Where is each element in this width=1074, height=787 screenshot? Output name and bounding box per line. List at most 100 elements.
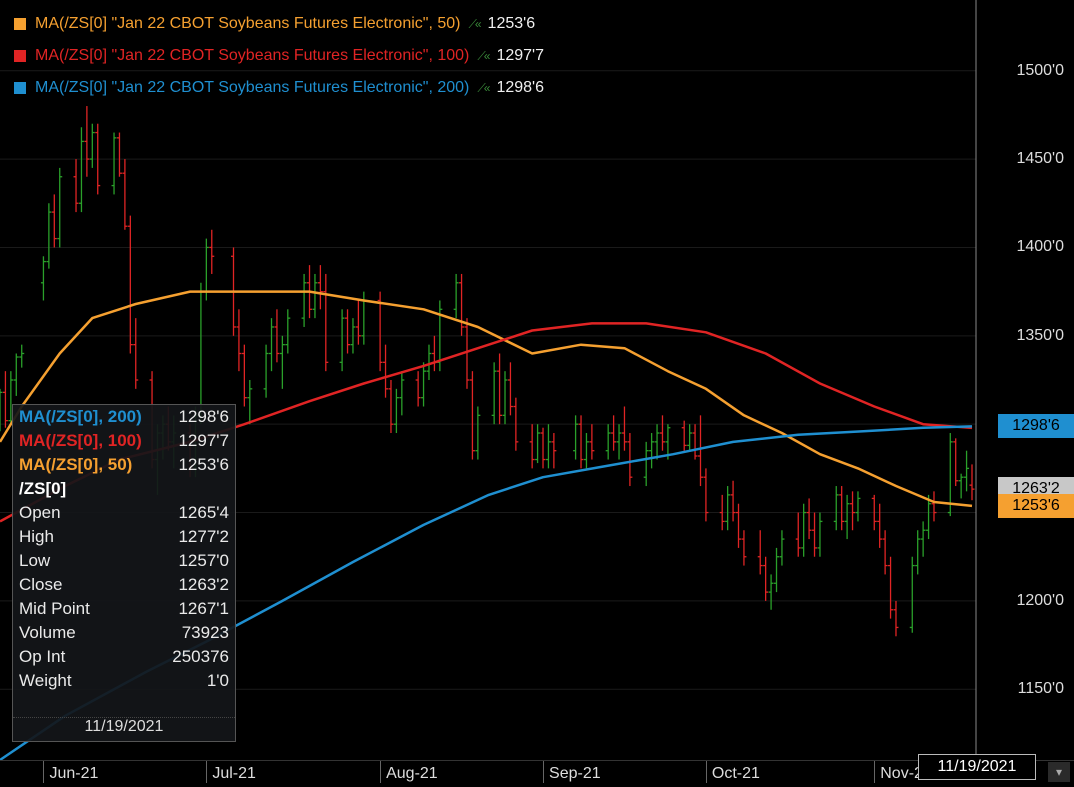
price-bar <box>736 503 742 548</box>
price-bar <box>355 300 361 345</box>
price-bar <box>844 494 850 540</box>
x-tick-mark <box>543 761 545 783</box>
price-bar <box>605 424 611 460</box>
price-bar <box>730 480 736 522</box>
price-bar <box>741 530 747 566</box>
price-bar <box>529 424 535 469</box>
price-bar <box>806 498 812 540</box>
price-bar <box>654 424 660 460</box>
x-tick-mark <box>206 761 208 783</box>
data-box: 11/19/2021 MA(/ZS[0], 200) 1298'6 MA(/ZS[0… <box>12 404 236 742</box>
data-box-label: /ZS[0] <box>19 479 67 498</box>
price-bar <box>801 503 807 557</box>
data-box-label: High <box>19 527 54 546</box>
price-bar <box>13 353 19 396</box>
x-tick-label: Jul-21 <box>212 765 256 782</box>
x-tick-mark <box>874 761 876 783</box>
price-bar <box>2 371 8 428</box>
axis-menu-button[interactable]: ▾ <box>1048 762 1070 782</box>
data-box-label: Low <box>19 551 51 570</box>
price-bar <box>127 215 133 354</box>
price-bar <box>241 344 247 407</box>
price-bar <box>757 530 763 575</box>
data-box-row: High 1277'2 <box>19 527 229 551</box>
price-bar <box>725 486 731 531</box>
price-bar <box>882 530 888 575</box>
price-bar <box>774 547 780 593</box>
data-box-value: 1265'4 <box>178 503 229 522</box>
legend-swatch <box>14 82 26 94</box>
price-bar <box>393 388 399 434</box>
price-bar <box>687 424 693 451</box>
price-bar <box>888 556 894 619</box>
price-bar <box>850 491 856 531</box>
time-axis[interactable]: Jun-21 Jul-21 Aug-21 Sep-21 Oct-21 Nov-21 <box>0 760 1074 787</box>
price-bar <box>459 273 465 336</box>
price-bar <box>475 406 481 460</box>
legend-row[interactable]: MA(/ZS[0] "Jan 22 CBOT Soybeans Futures … <box>14 8 544 40</box>
legend-value: 1297'7 <box>496 47 544 64</box>
price-bar <box>768 574 774 610</box>
legend-row[interactable]: MA(/ZS[0] "Jan 22 CBOT Soybeans Futures … <box>14 40 544 72</box>
price-bar <box>833 486 839 531</box>
x-tick-mark <box>43 761 45 783</box>
y-tick-label: 1500'0 <box>1016 61 1064 79</box>
price-bar <box>133 318 139 389</box>
price-bar <box>453 273 459 319</box>
price-axis[interactable]: 1500'01450'01400'01350'01300'01250'01200… <box>978 0 1074 786</box>
data-box-row: Low 1257'0 <box>19 551 229 575</box>
price-badge: 1298'6 <box>998 414 1074 439</box>
price-bar <box>589 424 595 460</box>
price-bar <box>269 318 275 372</box>
y-tick-label: 1150'0 <box>1017 680 1064 698</box>
price-bar <box>19 344 25 368</box>
legend-row[interactable]: MA(/ZS[0] "Jan 22 CBOT Soybeans Futures … <box>14 72 544 104</box>
price-bar <box>621 406 627 451</box>
data-box-value: 1257'0 <box>178 551 229 570</box>
price-bar <box>285 309 291 354</box>
data-box-label: MA(/ZS[0], 100) <box>19 431 142 450</box>
data-box-value: 250376 <box>172 647 229 666</box>
price-bar <box>383 344 389 398</box>
price-bar <box>491 362 497 425</box>
legend-label: MA(/ZS[0] "Jan 22 CBOT Soybeans Futures … <box>35 47 470 64</box>
data-box-value: 1297'7 <box>178 431 229 450</box>
price-bar <box>953 438 959 487</box>
price-bar <box>616 424 622 460</box>
price-bar <box>545 424 551 469</box>
price-bar <box>0 388 3 432</box>
price-bar <box>697 415 703 487</box>
data-box-row: MA(/ZS[0], 50) 1253'6 <box>19 455 229 479</box>
price-bar <box>399 371 405 416</box>
data-box-row: /ZS[0] <box>19 479 229 503</box>
data-box-date: 11/19/2021 <box>13 717 235 742</box>
price-bar <box>415 371 421 407</box>
price-bar <box>111 132 117 195</box>
price-bar <box>855 491 861 522</box>
legend-value: 1298'6 <box>496 79 544 96</box>
price-bar <box>915 530 921 575</box>
price-bar <box>73 159 79 213</box>
legend-arrows-icon[interactable]: ⟋« <box>477 40 490 72</box>
y-tick-label: 1350'0 <box>1016 326 1064 344</box>
x-tick-label: Oct-21 <box>711 765 760 782</box>
legend-arrows-icon[interactable]: ⟋« <box>468 8 481 40</box>
data-box-label: Volume <box>19 623 76 642</box>
price-bar <box>578 415 584 469</box>
x-tick-mark <box>380 761 382 783</box>
price-bar <box>502 371 508 425</box>
price-bar <box>323 273 329 372</box>
price-bar <box>839 486 845 531</box>
price-bar <box>388 380 394 434</box>
data-box-value: 73923 <box>181 623 229 642</box>
data-box-label: Close <box>19 575 63 594</box>
price-bar <box>659 415 665 451</box>
price-bar <box>78 127 84 213</box>
legend-arrows-icon[interactable]: ⟋« <box>477 72 490 104</box>
data-box-row: Mid Point 1267'1 <box>19 599 229 623</box>
price-bar <box>51 194 57 248</box>
data-box-value: 1'0 <box>206 671 229 690</box>
price-bar <box>421 362 427 407</box>
price-bar <box>46 203 52 269</box>
x-tick-label: Jun-21 <box>49 765 99 782</box>
